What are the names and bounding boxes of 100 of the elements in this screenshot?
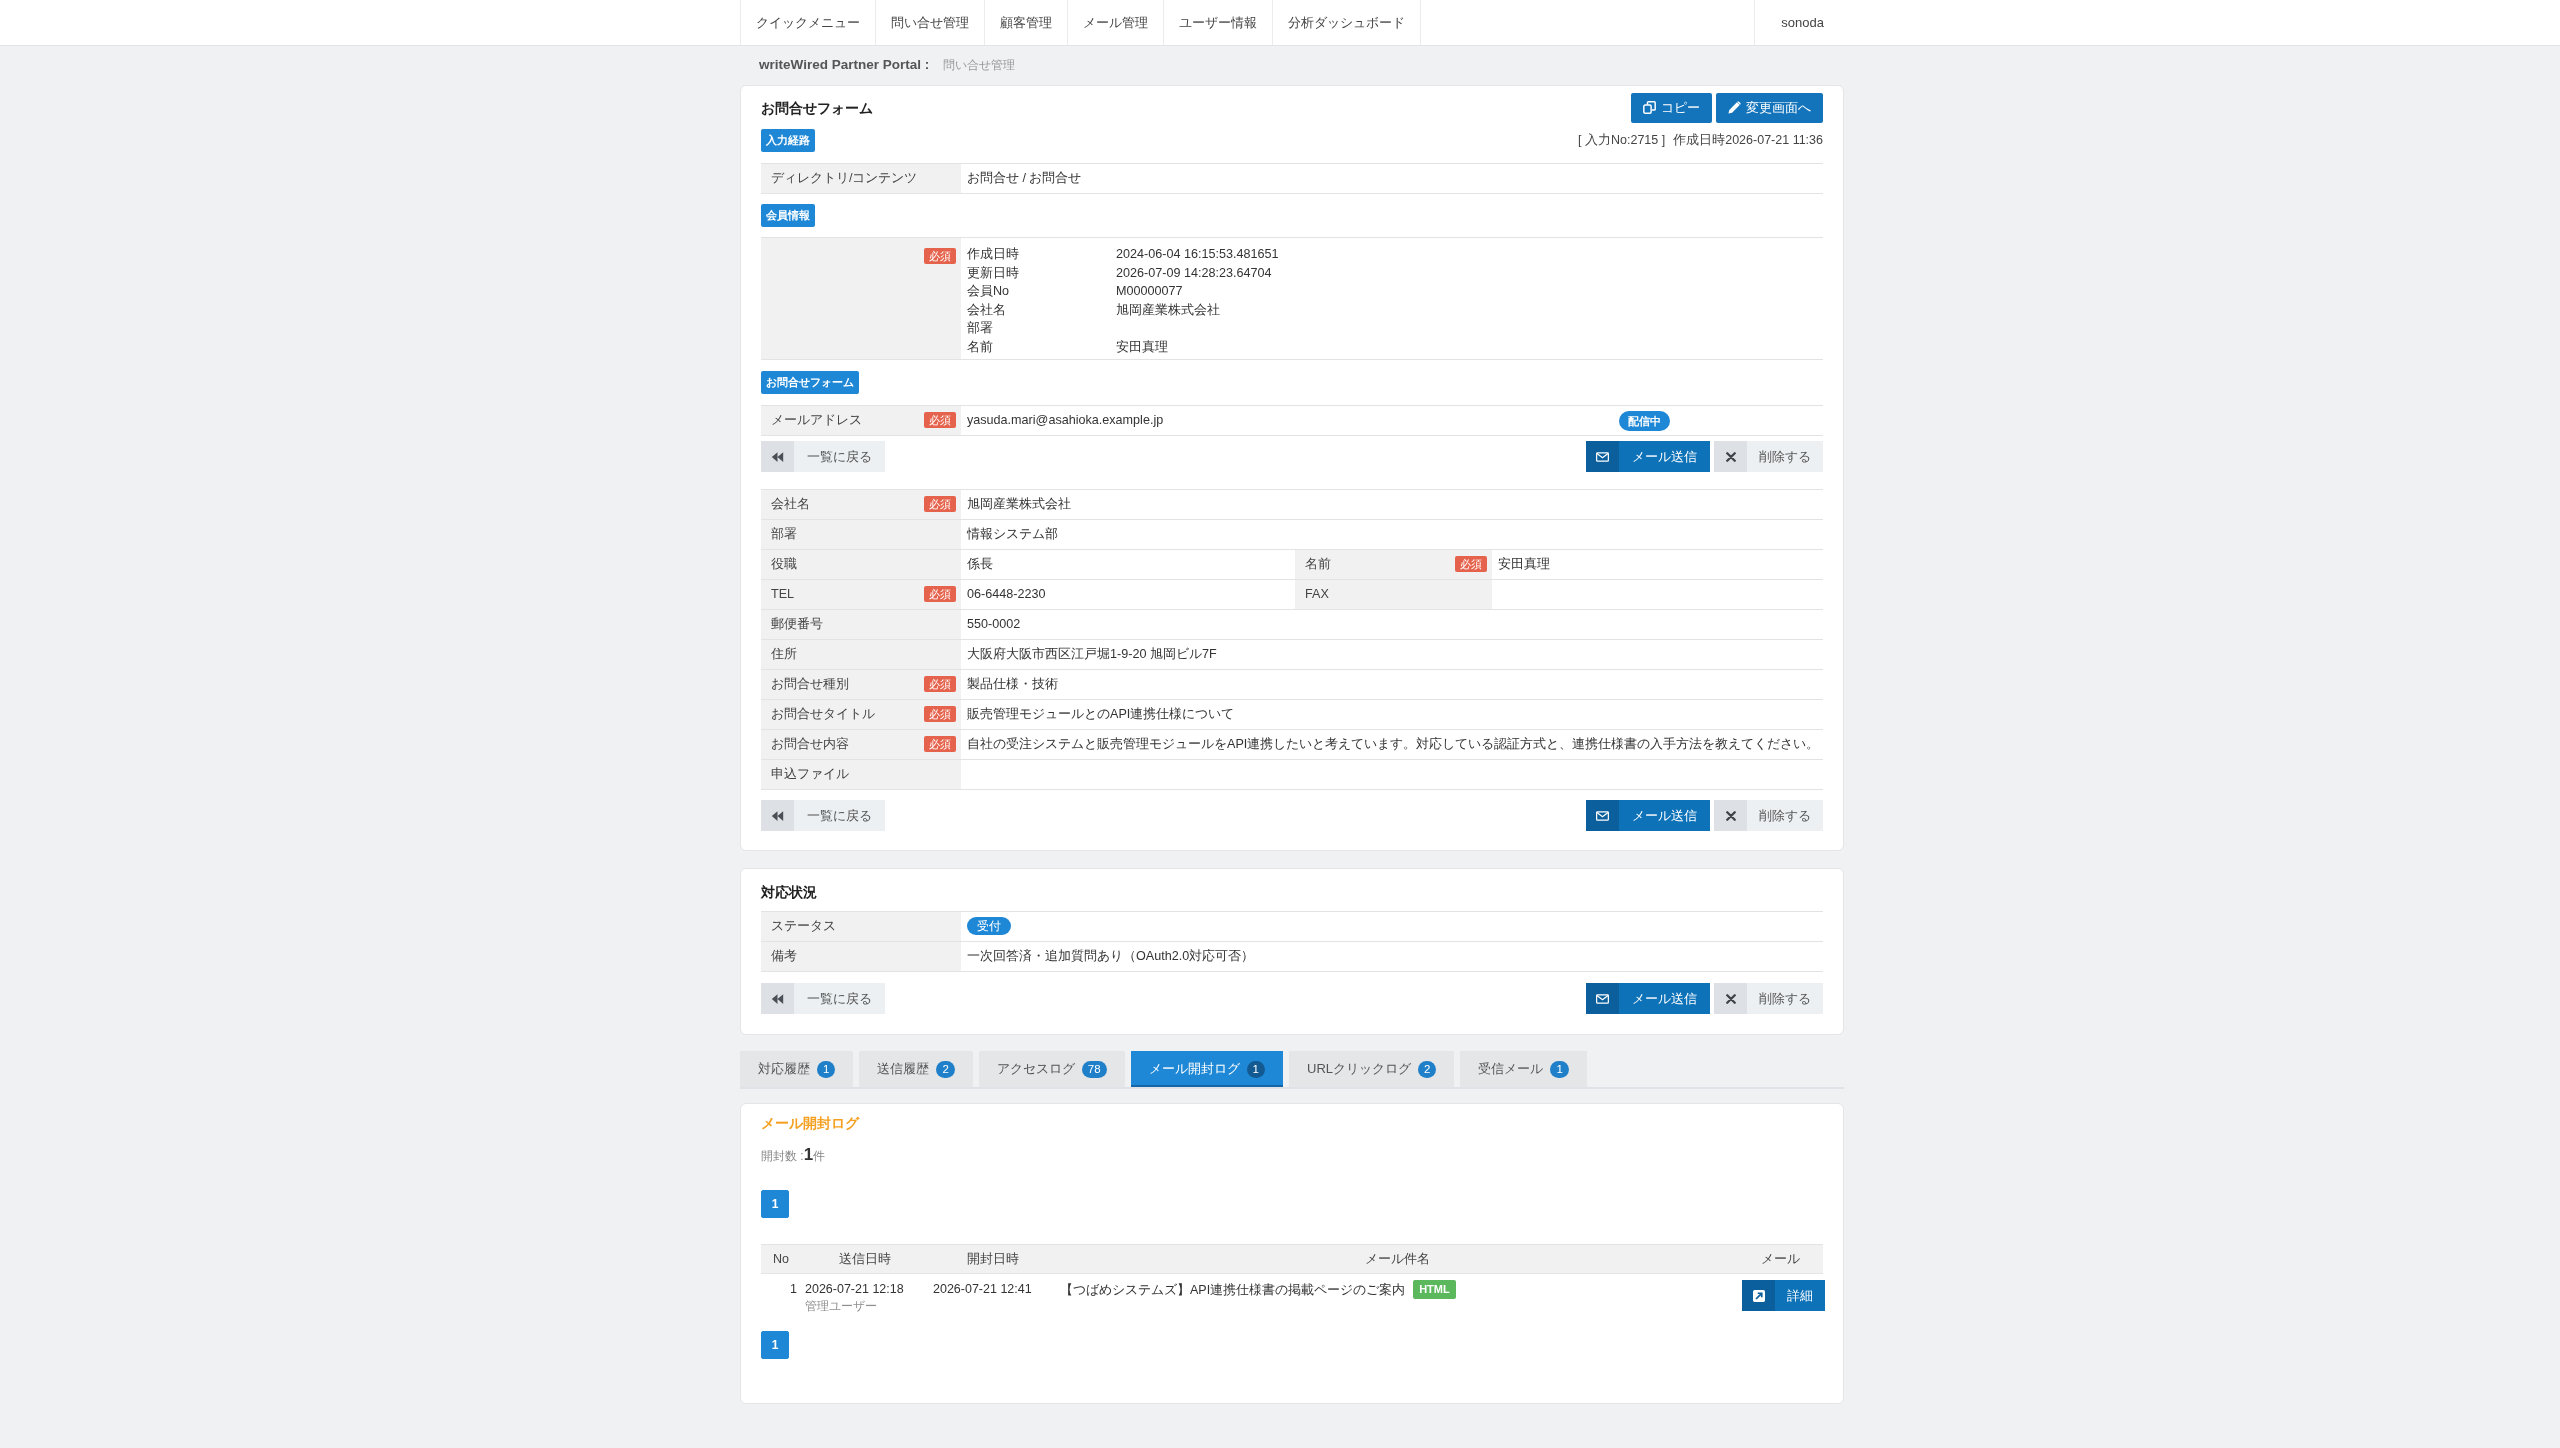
section-label: 入力経路 <box>761 129 815 152</box>
delete-button[interactable]: 削除する <box>1714 441 1823 472</box>
field-value: 安田真理 <box>1116 338 1169 356</box>
field-value: 一次回答済・追加質問あり（OAuth2.0対応可否） <box>967 949 1255 964</box>
field-value: 情報システム部 <box>967 527 1058 542</box>
count-badge: 78 <box>1081 1060 1107 1078</box>
field-value: 大阪府大阪市西区江戸堀1-9-20 旭岡ビル7F <box>967 647 1217 662</box>
cross-icon <box>1714 800 1747 831</box>
page-button[interactable]: 1 <box>761 1331 789 1359</box>
tab[interactable]: 送信履歴 2 <box>859 1051 973 1087</box>
pencil-icon <box>1728 101 1741 114</box>
field-label: ディレクトリ/コンテンツ <box>771 170 918 188</box>
send-mail-button[interactable]: メール送信 <box>1586 441 1710 472</box>
tab[interactable]: URLクリックログ 2 <box>1289 1051 1455 1087</box>
opened-date: 2026-07-21 12:41 <box>933 1282 1032 1296</box>
required-badge: 必須 <box>1455 556 1487 573</box>
sent-date: 2026-07-21 12:18 <box>805 1281 905 1298</box>
field-label: 部署 <box>771 526 797 544</box>
copy-button[interactable]: コピー <box>1631 92 1712 123</box>
format-badge: HTML <box>1413 1280 1456 1299</box>
tab[interactable]: メール開封ログ 1 <box>1130 1051 1283 1087</box>
site-title: writeWired Partner Portal : <box>759 56 930 75</box>
envelope-icon <box>1586 983 1619 1014</box>
column-header: 開封日時 <box>929 1244 1056 1274</box>
required-badge: 必須 <box>924 676 956 693</box>
count-badge: 1 <box>1246 1060 1265 1078</box>
back-button[interactable]: 一覧に戻る <box>761 800 885 831</box>
field-value: yasuda.mari@asahioka.example.jp <box>967 413 1164 428</box>
count-badge: 2 <box>1418 1060 1437 1078</box>
copy-icon <box>1643 101 1656 114</box>
cross-icon <box>1714 983 1747 1014</box>
open-count-text: 開封数 :1件 <box>761 1149 826 1163</box>
entry-number: [ 入力No:2715 ] <box>1578 132 1666 150</box>
required-badge: 必須 <box>924 248 956 264</box>
field-value: 製品仕様・技術 <box>967 677 1058 692</box>
sender-name: 管理ユーザー <box>805 1298 878 1314</box>
field-label: 住所 <box>771 646 797 664</box>
field-value: 自社の受注システムと販売管理モジュールをAPI連携したいと考えています。対応している認証方式と、連携仕様書の入手方法を教えてください。 <box>967 737 1820 752</box>
field-value: 係長 <box>967 557 993 572</box>
field-value: M00000077 <box>1116 283 1184 300</box>
field-label: 作成日時 <box>967 246 1020 263</box>
section-title: 対応状況 <box>761 883 818 901</box>
nav-link[interactable]: 問い合せ管理 <box>875 0 984 45</box>
status-badge: 受付 <box>967 917 1011 936</box>
column-header: メール <box>1738 1244 1823 1274</box>
send-mail-button[interactable]: メール送信 <box>1586 983 1710 1014</box>
field-value: 安田真理 <box>1498 557 1550 572</box>
field-value: 販売管理モジュールとのAPI連携仕様について <box>967 707 1235 722</box>
field-value: 旭岡産業株式会社 <box>1116 301 1221 319</box>
field-label: 更新日時 <box>967 264 1020 282</box>
nav-link[interactable]: メール管理 <box>1067 0 1163 45</box>
delete-button[interactable]: 削除する <box>1714 983 1823 1014</box>
required-badge: 必須 <box>924 706 956 723</box>
field-label: 役職 <box>771 556 797 574</box>
nav-link[interactable]: 顧客管理 <box>984 0 1067 45</box>
edit-button[interactable]: 変更画面へ <box>1716 92 1823 123</box>
back-button[interactable]: 一覧に戻る <box>761 983 885 1014</box>
delete-button[interactable]: 削除する <box>1714 800 1823 831</box>
status-badge: 配信中 <box>1619 410 1670 431</box>
envelope-icon <box>1586 441 1619 472</box>
field-value: お問合せ / お問合せ <box>967 171 1082 186</box>
nav-link[interactable]: クイックメニュー <box>740 0 875 45</box>
tab[interactable]: 対応履歴 1 <box>740 1051 854 1087</box>
field-label: メールアドレス <box>771 412 862 430</box>
column-header: メール件名 <box>1056 1244 1738 1274</box>
column-header: No <box>761 1244 801 1274</box>
user-menu[interactable]: sonoda <box>1754 0 1850 45</box>
cross-icon <box>1714 441 1747 472</box>
field-value: 2024-06-04 16:15:53.481651 <box>1116 246 1280 263</box>
required-badge: 必須 <box>924 736 956 753</box>
page-button[interactable]: 1 <box>761 1190 789 1218</box>
mail-subject: 【つばめシステムズ】API連携仕様書の掲載ページのご案内 <box>1060 1281 1406 1299</box>
created-date: 作成日時2026-07-21 11:36 <box>1673 132 1823 150</box>
tab[interactable]: 受信メール 1 <box>1460 1051 1587 1087</box>
required-badge: 必須 <box>924 496 956 513</box>
count-badge: 2 <box>936 1060 955 1078</box>
tab[interactable]: アクセスログ 78 <box>978 1051 1125 1087</box>
send-mail-button[interactable]: メール送信 <box>1586 800 1710 831</box>
section-title: メール開封ログ <box>761 1115 861 1133</box>
nav-link[interactable]: 分析ダッシュボード <box>1272 0 1421 45</box>
required-badge: 必須 <box>924 586 956 603</box>
field-label: 申込ファイル <box>771 766 849 784</box>
field-label: お問合せタイトル <box>771 706 875 724</box>
nav-link[interactable]: ユーザー情報 <box>1163 0 1272 45</box>
rewind-icon <box>761 441 794 472</box>
count-badge: 1 <box>1550 1060 1569 1078</box>
field-label: 名前 <box>967 338 994 356</box>
field-label: 名前 <box>1305 556 1331 574</box>
field-label: 郵便番号 <box>771 616 823 634</box>
field-value: 2026-07-09 14:28:23.64704 <box>1116 264 1273 282</box>
envelope-icon <box>1586 800 1619 831</box>
detail-button[interactable]: 詳細 <box>1742 1280 1825 1311</box>
section-title: お問合せフォーム <box>761 98 873 117</box>
field-label: 会員No <box>967 283 1011 300</box>
field-label: TEL <box>771 586 795 604</box>
back-button[interactable]: 一覧に戻る <box>761 441 885 472</box>
field-value: 550-0002 <box>967 617 1021 632</box>
rewind-icon <box>761 983 794 1014</box>
field-label: 会社名 <box>771 496 810 514</box>
field-value: 旭岡産業株式会社 <box>967 497 1071 512</box>
